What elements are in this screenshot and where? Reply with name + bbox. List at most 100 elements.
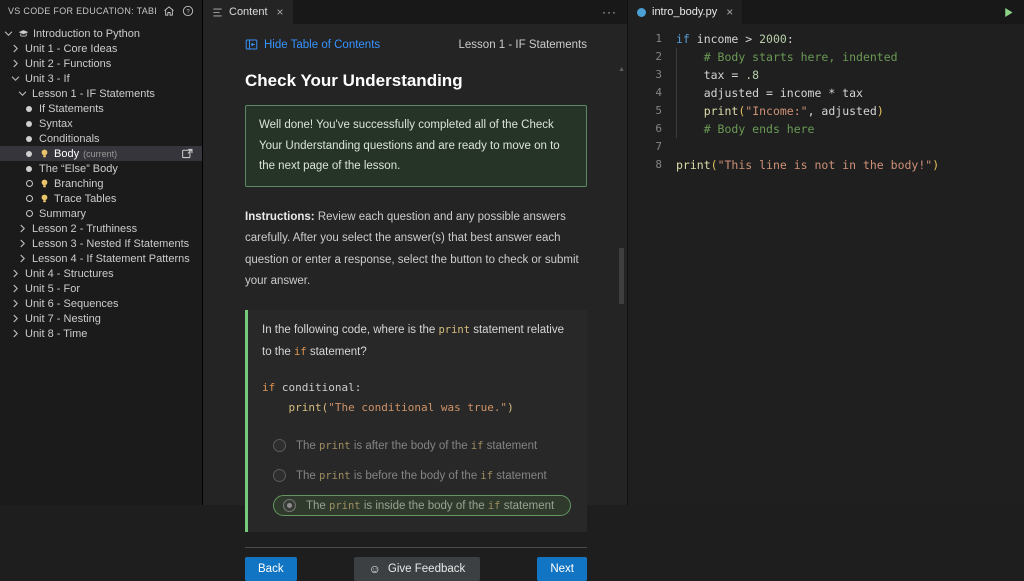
toc-item-unit-1-core-ideas[interactable]: Unit 1 - Core Ideas bbox=[0, 41, 202, 56]
page-title: Check Your Understanding bbox=[245, 71, 463, 90]
toc-item-the-else-body[interactable]: The “Else” Body bbox=[0, 161, 202, 176]
code-text: # Body ends here bbox=[703, 122, 815, 136]
code-text: print("Income:", adjusted) bbox=[703, 104, 884, 118]
code-line: 2 # Body starts here, indented bbox=[628, 48, 1024, 66]
editor-code[interactable]: 1 if income > 2000: 2 # Body starts here, … bbox=[628, 24, 1024, 505]
chevron-right-icon[interactable] bbox=[9, 58, 21, 69]
feedback-button[interactable]: ☺ Give Feedback bbox=[353, 557, 481, 581]
chevron-right-icon[interactable] bbox=[9, 328, 21, 339]
question-prompt: In the following code, where is the prin… bbox=[262, 324, 565, 358]
chevron-down-icon[interactable] bbox=[9, 73, 21, 84]
chevron-down-icon[interactable] bbox=[16, 88, 28, 99]
filled-bullet-icon bbox=[26, 150, 32, 157]
editor-tab-label: intro_body.py bbox=[652, 6, 718, 18]
toc-item-lesson-4-if-statement-patterns[interactable]: Lesson 4 - If Statement Patterns bbox=[0, 251, 202, 266]
open-preview-icon bbox=[182, 148, 193, 159]
chevron-right-icon[interactable] bbox=[16, 223, 28, 234]
chevron-right-icon[interactable] bbox=[9, 298, 21, 309]
chevron-down-icon[interactable] bbox=[2, 28, 14, 39]
filled-bullet-icon bbox=[26, 135, 32, 142]
play-icon bbox=[1005, 7, 1013, 17]
toc-item-unit-8-time[interactable]: Unit 8 - Time bbox=[0, 326, 202, 341]
close-icon[interactable]: × bbox=[726, 6, 733, 18]
hide-toc-link[interactable]: Hide Table of Contents bbox=[245, 38, 380, 51]
toc-item-introduction-to-python[interactable]: Introduction to Python bbox=[0, 26, 202, 41]
bullet-icon bbox=[23, 210, 35, 217]
line-number: 4 bbox=[655, 86, 662, 99]
code-line: 3 tax = .8 bbox=[628, 66, 1024, 84]
toc-item-label: Unit 7 - Nesting bbox=[25, 312, 101, 325]
bullet-icon bbox=[23, 165, 35, 172]
chevron-right-icon bbox=[12, 299, 18, 308]
help-icon[interactable]: ? bbox=[182, 5, 194, 17]
chevron-right-icon[interactable] bbox=[9, 313, 21, 324]
radio-button[interactable] bbox=[273, 439, 286, 453]
radio-button[interactable] bbox=[273, 469, 286, 483]
sidebar-title: VS CODE FOR EDUCATION: TABLE OF CON... bbox=[8, 6, 156, 16]
chevron-down-icon bbox=[11, 76, 19, 81]
run-button[interactable] bbox=[1002, 6, 1015, 19]
lightbulb-icon bbox=[41, 149, 48, 158]
tab-intro-body-py[interactable]: intro_body.py × bbox=[628, 0, 743, 24]
close-icon[interactable]: × bbox=[277, 6, 284, 18]
open-preview-button[interactable] bbox=[181, 147, 196, 160]
toc-item-branching[interactable]: Branching bbox=[0, 176, 202, 191]
line-number: 8 bbox=[655, 158, 662, 171]
answer-option-2[interactable]: The print is before the body of the if s… bbox=[273, 465, 573, 486]
toc-item-unit-4-structures[interactable]: Unit 4 - Structures bbox=[0, 266, 202, 281]
editor-tabbar: intro_body.py × bbox=[628, 0, 1024, 24]
code-line: 6 # Body ends here bbox=[628, 120, 1024, 138]
toc-item-unit-5-for[interactable]: Unit 5 - For bbox=[0, 281, 202, 296]
filled-bullet-icon bbox=[26, 120, 32, 127]
toc-item-summary[interactable]: Summary bbox=[0, 206, 202, 221]
answer-option-1[interactable]: The print is after the body of the if st… bbox=[273, 435, 573, 456]
code-line: 8 print("This line is not in the body!") bbox=[628, 156, 1024, 174]
toc-item-unit-3-if[interactable]: Unit 3 - If bbox=[0, 71, 202, 86]
toc-item-body[interactable]: Body (current) bbox=[0, 146, 202, 161]
code-line: 1 if income > 2000: bbox=[628, 30, 1024, 48]
toc-item-label: Conditionals bbox=[39, 132, 100, 145]
back-button[interactable]: Back bbox=[245, 557, 297, 581]
toc-item-lesson-1-if-statements[interactable]: Lesson 1 - IF Statements bbox=[0, 86, 202, 101]
toc-item-label: Body bbox=[54, 147, 80, 160]
inline-code: print bbox=[329, 499, 361, 512]
question-code-line: if conditional: bbox=[262, 380, 362, 394]
sidebar-header: VS CODE FOR EDUCATION: TABLE OF CON... ? bbox=[0, 0, 202, 20]
toc-item-unit-6-sequences[interactable]: Unit 6 - Sequences bbox=[0, 296, 202, 311]
chevron-right-icon[interactable] bbox=[9, 43, 21, 54]
chevron-right-icon bbox=[19, 239, 25, 248]
toc-item-lesson-2-truthiness[interactable]: Lesson 2 - Truthiness bbox=[0, 221, 202, 236]
toc-item-if-statements[interactable]: If Statements bbox=[0, 101, 202, 116]
lightbulb-icon bbox=[41, 194, 48, 203]
toc-item-trace-tables[interactable]: Trace Tables bbox=[0, 191, 202, 206]
toc-item-label: Lesson 1 - IF Statements bbox=[32, 87, 155, 100]
chevron-right-icon[interactable] bbox=[9, 268, 21, 279]
answer-option-3[interactable]: The print is inside the body of the if s… bbox=[273, 495, 572, 517]
feedback-label: Give Feedback bbox=[387, 563, 466, 576]
home-icon[interactable] bbox=[163, 5, 175, 17]
code-line: 4 adjusted = income * tax bbox=[628, 84, 1024, 102]
chevron-right-icon bbox=[12, 329, 18, 338]
content-scrollbar[interactable] bbox=[619, 248, 624, 304]
scroll-up-icon[interactable]: ▲ bbox=[618, 66, 625, 73]
line-number: 3 bbox=[655, 68, 662, 81]
toc-item-syntax[interactable]: Syntax bbox=[0, 116, 202, 131]
toc-item-lesson-3-nested-if-statements[interactable]: Lesson 3 - Nested If Statements bbox=[0, 236, 202, 251]
toc-item-unit-7-nesting[interactable]: Unit 7 - Nesting bbox=[0, 311, 202, 326]
toc-item-conditionals[interactable]: Conditionals bbox=[0, 131, 202, 146]
toc-item-unit-2-functions[interactable]: Unit 2 - Functions bbox=[0, 56, 202, 71]
tab-content[interactable]: Content × bbox=[203, 0, 293, 24]
more-actions-button[interactable]: ··· bbox=[602, 5, 617, 19]
chevron-right-icon bbox=[19, 254, 25, 263]
chevron-right-icon[interactable] bbox=[9, 283, 21, 294]
radio-button[interactable] bbox=[283, 499, 296, 513]
inline-code: if bbox=[470, 439, 484, 452]
chevron-right-icon[interactable] bbox=[16, 238, 28, 249]
chevron-right-icon[interactable] bbox=[16, 253, 28, 264]
instructions-label: Instructions: bbox=[245, 211, 315, 224]
option-label: The print is after the body of the if st… bbox=[296, 439, 538, 452]
line-number: 7 bbox=[655, 140, 662, 153]
success-message: Well done! You've successfully completed… bbox=[245, 105, 587, 188]
next-button[interactable]: Next bbox=[537, 557, 587, 581]
content-body: Hide Table of Contents Lesson 1 - IF Sta… bbox=[203, 24, 627, 581]
